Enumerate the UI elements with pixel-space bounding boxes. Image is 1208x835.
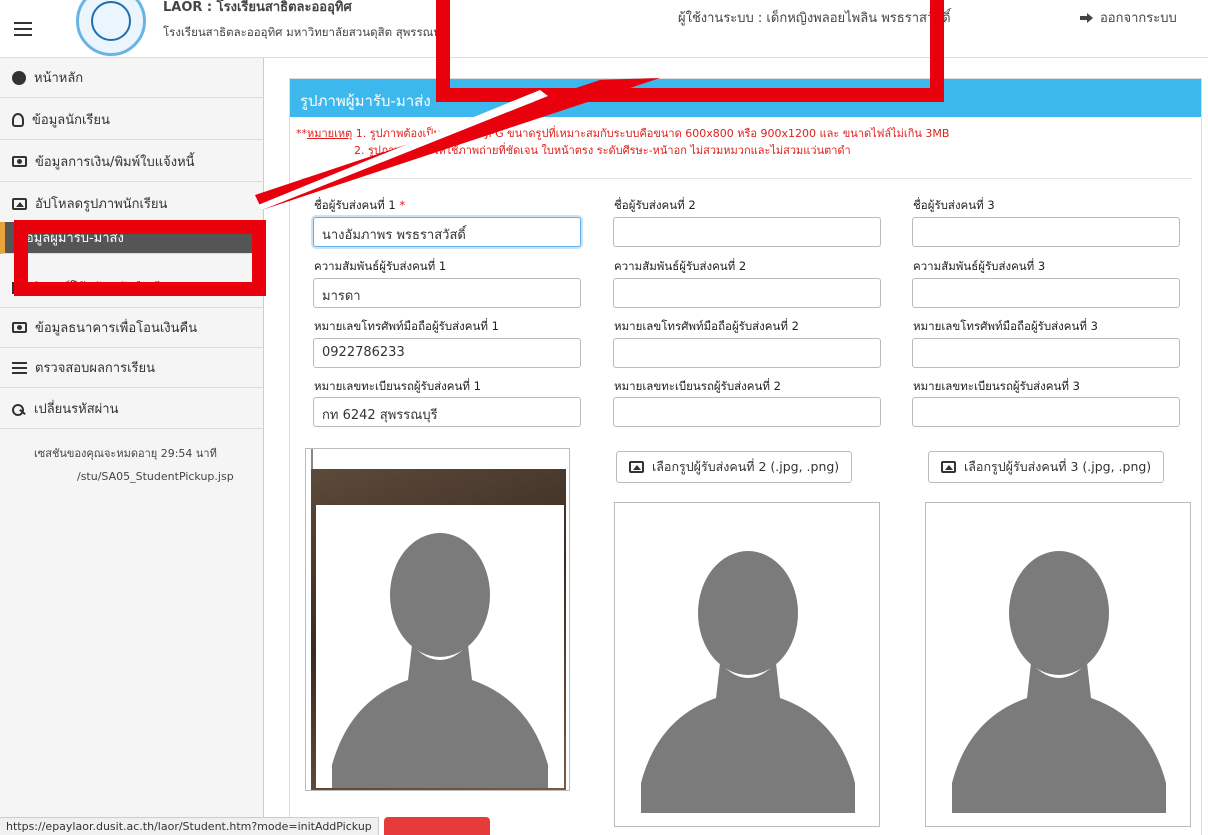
- annotation-pointer-arrow: [255, 78, 660, 210]
